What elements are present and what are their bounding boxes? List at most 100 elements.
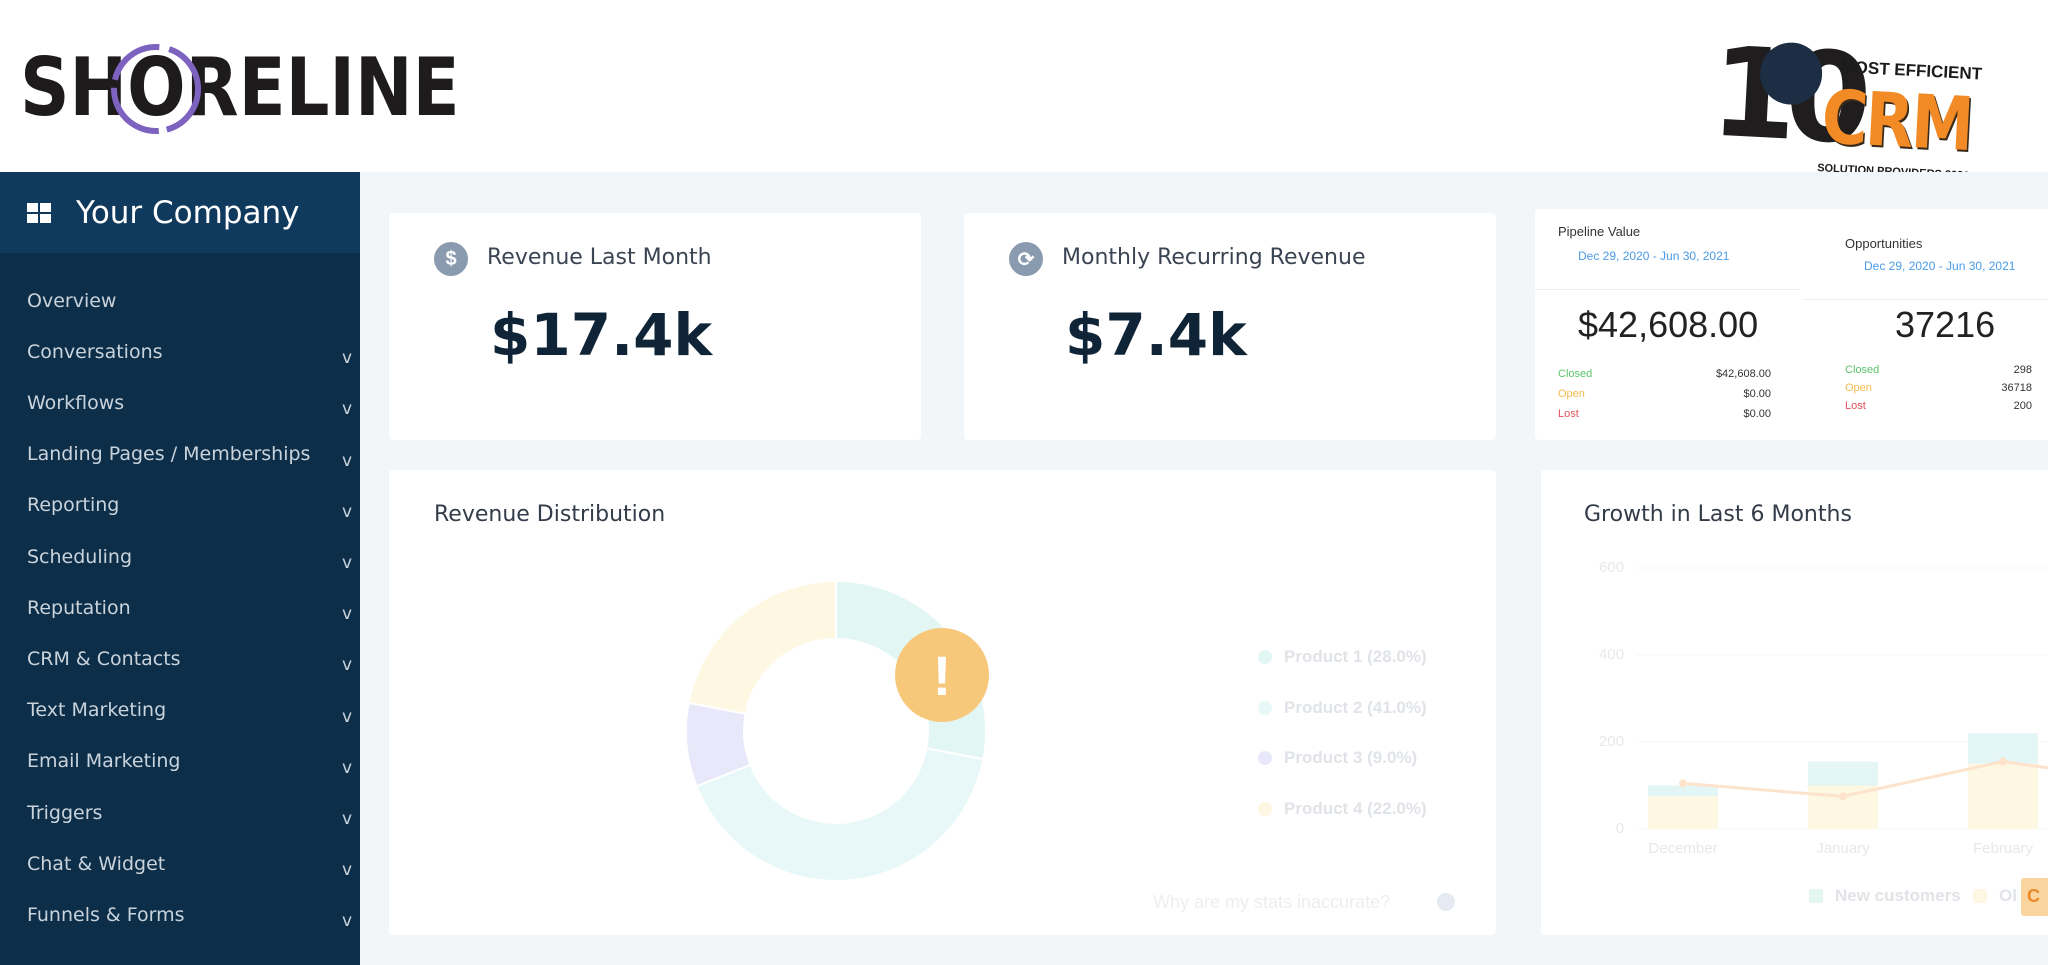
sidebar-item[interactable]: Triggers v bbox=[0, 787, 360, 838]
badge-line2: CRM bbox=[1819, 74, 1974, 169]
sidebar-item[interactable]: Chat & Widget v bbox=[0, 838, 360, 889]
sidebar-item[interactable]: Email Marketing v bbox=[0, 736, 360, 787]
status-label: Lost bbox=[1845, 400, 1866, 412]
x-tick-label: February bbox=[1972, 840, 2034, 857]
sidebar-item-label: Triggers bbox=[27, 801, 103, 824]
legend-label: Product 3 (9.0%) bbox=[1284, 748, 1418, 767]
legend-label: Product 1 (28.0%) bbox=[1284, 647, 1427, 666]
status-value: $42,608.00 bbox=[1715, 368, 1771, 380]
chevron-down-icon[interactable]: v bbox=[342, 348, 352, 368]
legend-swatch bbox=[1258, 751, 1272, 765]
legend-swatch bbox=[1973, 889, 1987, 903]
pipeline-title: Pipeline Value bbox=[1558, 224, 1641, 239]
status-value: 298 bbox=[2013, 364, 2032, 376]
chevron-down-icon[interactable]: v bbox=[342, 502, 352, 522]
refresh-icon: ⟳ bbox=[1009, 242, 1043, 276]
kpi-title: Monthly Recurring Revenue bbox=[1062, 245, 1366, 270]
sidebar-item-label: Chat & Widget bbox=[27, 852, 166, 875]
legend-label: Ol bbox=[1999, 886, 2017, 905]
logo-ring-icon bbox=[111, 44, 201, 134]
monthly-recurring-revenue-card: ⟳ Monthly Recurring Revenue $7.4k bbox=[964, 213, 1496, 440]
revenue-last-month-card: $ Revenue Last Month $17.4k bbox=[389, 213, 921, 440]
chevron-down-icon[interactable]: v bbox=[342, 911, 352, 931]
growth-chart bbox=[1636, 567, 2048, 830]
chevron-down-icon[interactable]: v bbox=[342, 553, 352, 573]
bar-new-customers[interactable] bbox=[1808, 761, 1878, 786]
sidebar-item[interactable]: Scheduling v bbox=[0, 531, 360, 582]
sidebar-item[interactable]: Reputation v bbox=[0, 582, 360, 633]
sidebar-item-label: Funnels & Forms bbox=[27, 903, 185, 926]
sidebar-item[interactable]: Workflows v bbox=[0, 377, 360, 428]
cut-off-button[interactable]: C bbox=[2021, 878, 2048, 916]
sidebar-item-label: Conversations bbox=[27, 340, 163, 363]
legend-item[interactable]: Product 4 (22.0%) bbox=[1258, 799, 1427, 819]
stats-help-link[interactable]: Why are my stats inaccurate? bbox=[1153, 892, 1390, 913]
status-label: Open bbox=[1558, 388, 1585, 400]
legend-item[interactable]: Product 1 (28.0%) bbox=[1258, 647, 1427, 667]
legend-label: New customers bbox=[1835, 886, 1961, 905]
chevron-down-icon[interactable]: v bbox=[342, 451, 352, 471]
chevron-down-icon[interactable]: v bbox=[342, 655, 352, 675]
x-tick-label: January bbox=[1816, 840, 1870, 857]
sidebar-item-label: Email Marketing bbox=[27, 750, 181, 773]
shoreline-logo: SHORELINE bbox=[20, 38, 490, 138]
kpi-value: $17.4k bbox=[490, 301, 713, 369]
trend-point[interactable] bbox=[1999, 757, 2007, 766]
company-switcher[interactable]: Your Company bbox=[0, 172, 360, 253]
legend-item[interactable]: Product 2 (41.0%) bbox=[1258, 698, 1427, 718]
sidebar-item[interactable]: CRM & Contacts v bbox=[0, 633, 360, 684]
dollar-icon: $ bbox=[434, 242, 468, 276]
sidebar-item-label: Text Marketing bbox=[27, 699, 167, 722]
sidebar-item[interactable]: Text Marketing v bbox=[0, 685, 360, 736]
status-value: $0.00 bbox=[1743, 408, 1771, 420]
pipeline-date-range[interactable]: Dec 29, 2020 - Jun 30, 2021 bbox=[1578, 249, 1729, 263]
growth-card: Growth in Last 6 Months C 600 400 200 0 Dece… bbox=[1541, 470, 2048, 935]
y-tick-label: 0 bbox=[1615, 820, 1624, 837]
status-label: Lost bbox=[1558, 408, 1579, 420]
sidebar-item-label: Reporting bbox=[27, 494, 120, 517]
bar-old-customers[interactable] bbox=[1968, 763, 2038, 829]
donut-slice[interactable] bbox=[687, 579, 837, 715]
x-tick-label: December bbox=[1648, 840, 1718, 857]
sidebar-item[interactable]: Funnels & Forms v bbox=[0, 889, 360, 940]
pipeline-card: Pipeline Value Dec 29, 2020 - Jun 30, 20… bbox=[1535, 209, 2048, 440]
grid-icon bbox=[27, 202, 51, 223]
chevron-down-icon[interactable]: v bbox=[342, 707, 352, 727]
legend-swatch bbox=[1258, 700, 1272, 715]
opportunities-date-range[interactable]: Dec 29, 2020 - Jun 30, 2021 bbox=[1864, 259, 2015, 273]
sidebar-item-label: CRM & Contacts bbox=[27, 647, 181, 670]
trend-point[interactable] bbox=[1839, 792, 1847, 801]
info-icon[interactable] bbox=[1437, 893, 1455, 911]
sidebar-item-label: Overview bbox=[27, 289, 117, 312]
sidebar-item[interactable]: Reporting v bbox=[0, 480, 360, 531]
legend-item[interactable]: Ol bbox=[1973, 886, 2017, 906]
chevron-down-icon[interactable]: v bbox=[342, 809, 352, 829]
sidebar-item-label: Scheduling bbox=[27, 545, 133, 568]
sidebar-item-label: Reputation bbox=[27, 596, 131, 619]
exclamation-icon[interactable]: ! bbox=[895, 628, 989, 722]
pipeline-value: $42,608.00 bbox=[1578, 304, 1759, 345]
chevron-down-icon[interactable]: v bbox=[342, 399, 352, 419]
status-value: 36718 bbox=[2001, 382, 2032, 394]
chevron-down-icon[interactable]: v bbox=[342, 604, 352, 624]
opportunities-value: 37216 bbox=[1895, 304, 1996, 345]
legend-label: Product 4 (22.0%) bbox=[1284, 798, 1427, 818]
chevron-down-icon[interactable]: v bbox=[342, 860, 352, 880]
status-value: $0.00 bbox=[1743, 388, 1771, 400]
legend-swatch bbox=[1258, 801, 1272, 816]
sidebar-item[interactable]: Landing Pages / Memberships v bbox=[0, 429, 360, 480]
status-label: Open bbox=[1845, 382, 1872, 394]
legend-swatch bbox=[1258, 650, 1272, 664]
bar-old-customers[interactable] bbox=[1648, 796, 1718, 829]
chevron-down-icon[interactable]: v bbox=[342, 758, 352, 778]
sidebar-item[interactable]: Conversations v bbox=[0, 326, 360, 377]
y-tick-label: 600 bbox=[1598, 559, 1624, 576]
legend-label: Product 2 (41.0%) bbox=[1284, 697, 1427, 717]
trend-point[interactable] bbox=[1679, 779, 1687, 788]
sidebar-item[interactable]: Overview bbox=[0, 275, 360, 326]
legend-item[interactable]: Product 3 (9.0%) bbox=[1258, 748, 1417, 768]
legend-item[interactable]: New customers bbox=[1809, 886, 1961, 906]
kpi-value: $7.4k bbox=[1065, 301, 1247, 369]
status-label: Closed bbox=[1558, 368, 1593, 380]
sidebar: Your Company Overview Conversations v Workf… bbox=[0, 172, 360, 965]
